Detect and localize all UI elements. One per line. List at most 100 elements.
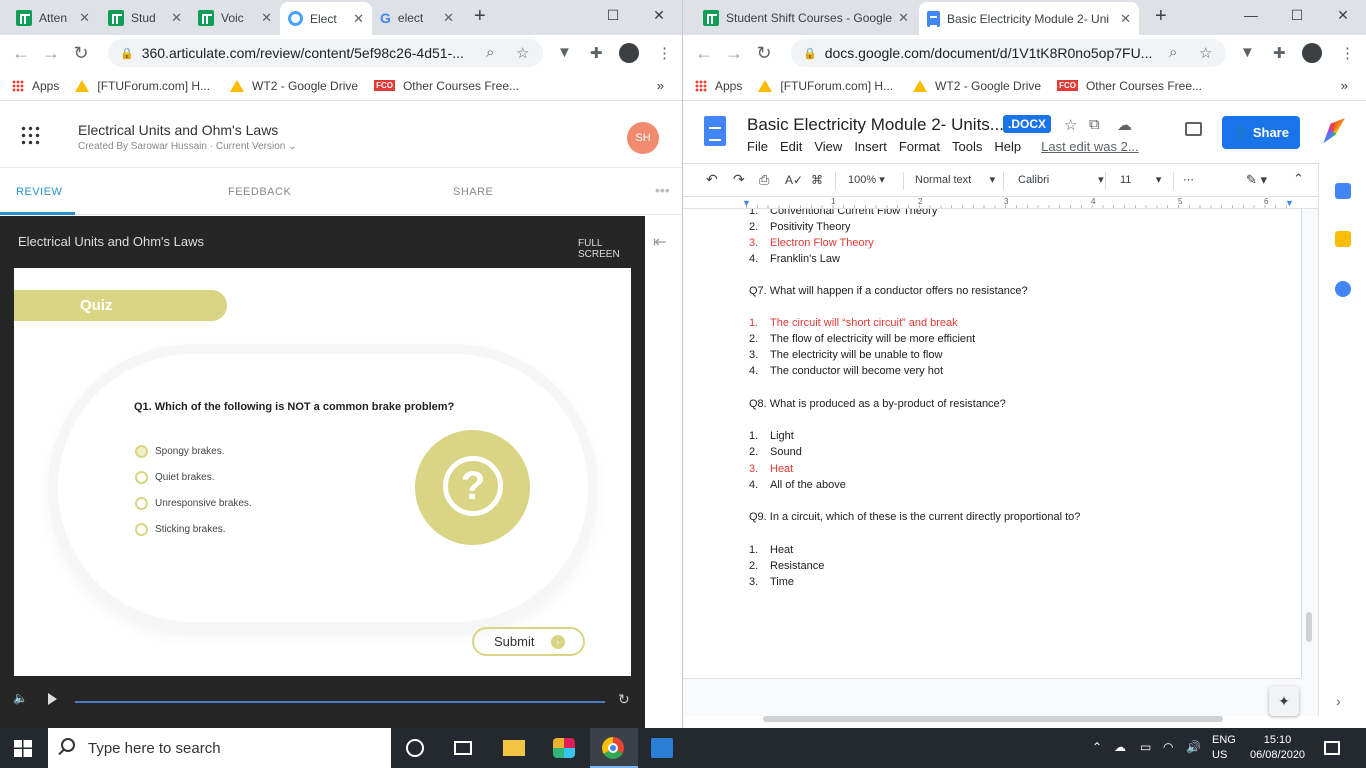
tab-student-shift-courses[interactable]: Student Shift Courses - Google ✕: [695, 0, 917, 35]
bookmark-other-courses[interactable]: FCO Other Courses Free...: [1057, 79, 1202, 93]
tab-voice[interactable]: Voic ✕: [190, 0, 280, 35]
slack-icon[interactable]: [553, 738, 575, 758]
back-icon[interactable]: ←: [689, 43, 719, 64]
option-spongy[interactable]: Spongy brakes.: [135, 445, 225, 458]
chevron-right-icon[interactable]: ›: [1336, 693, 1341, 709]
tab-students[interactable]: Stud ✕: [100, 0, 190, 35]
maximize-icon[interactable]: ☐: [1274, 0, 1320, 30]
star-icon[interactable]: ☆: [1064, 116, 1077, 134]
profile-avatar-icon[interactable]: [1302, 43, 1322, 63]
fullscreen-button[interactable]: FULL SCREEN: [578, 238, 645, 260]
close-window-icon[interactable]: ✕: [1320, 0, 1366, 30]
seek-bar[interactable]: [75, 701, 605, 703]
reload-icon[interactable]: ↻: [66, 43, 96, 64]
battery-icon[interactable]: ▭: [1140, 740, 1151, 754]
bookmark-wt2-drive[interactable]: WT2 - Google Drive: [230, 79, 358, 93]
share-button[interactable]: 👤 Share: [1222, 116, 1300, 149]
calendar-icon[interactable]: [1335, 183, 1351, 199]
task-view-icon[interactable]: [454, 741, 472, 755]
tray-chevron-icon[interactable]: ⌃: [1092, 740, 1102, 754]
extensions-puzzle-icon[interactable]: ✚: [590, 44, 603, 62]
avatar[interactable]: SH: [627, 122, 659, 154]
bookmarks-overflow[interactable]: »: [1341, 78, 1348, 93]
bookmark-apps[interactable]: Apps: [12, 79, 59, 93]
docs-logo-icon[interactable]: [704, 116, 726, 146]
more-options-icon[interactable]: •••: [655, 182, 670, 198]
tab-google-search[interactable]: G elect ✕: [372, 0, 462, 35]
menu-tools[interactable]: Tools: [952, 139, 982, 154]
menu-help[interactable]: Help: [994, 139, 1021, 154]
close-icon[interactable]: ✕: [443, 10, 454, 26]
tab-review[interactable]: REVIEW: [16, 186, 62, 198]
tab-attendance[interactable]: Atten ✕: [8, 0, 98, 35]
close-icon[interactable]: ✕: [898, 10, 909, 26]
zoom-select[interactable]: 100% ▾: [848, 173, 885, 186]
menu-view[interactable]: View: [814, 139, 842, 154]
paint-format-icon[interactable]: ⌘: [811, 173, 823, 187]
move-folder-icon[interactable]: ⧉: [1089, 116, 1100, 133]
menu-edit[interactable]: Edit: [780, 139, 802, 154]
bookmark-ftuforum[interactable]: [FTUForum.com] H...: [75, 79, 210, 93]
file-explorer-icon[interactable]: [503, 740, 525, 756]
document-title[interactable]: Basic Electricity Module 2- Units...: [747, 115, 1004, 135]
system-clock[interactable]: 15:10 06/08/2020: [1250, 733, 1305, 763]
comments-icon[interactable]: [1185, 122, 1202, 136]
replay-icon[interactable]: ↻: [618, 691, 630, 708]
font-size-select[interactable]: 11 ▾: [1120, 173, 1161, 186]
address-bar[interactable]: 🔒 360.articulate.com/review/content/5ef9…: [108, 39, 543, 67]
close-window-icon[interactable]: ✕: [636, 0, 682, 30]
wifi-icon[interactable]: ◠: [1163, 740, 1173, 754]
taskbar-search[interactable]: Type here to search: [48, 728, 391, 768]
radio-button[interactable]: [135, 497, 148, 510]
more-tools-icon[interactable]: ⋯: [1183, 173, 1194, 186]
radio-button[interactable]: [135, 523, 148, 536]
undo-icon[interactable]: ↶: [706, 171, 718, 188]
bookmark-star-icon[interactable]: ☆: [516, 44, 529, 62]
profile-avatar-icon[interactable]: [619, 43, 639, 63]
address-bar[interactable]: 🔒 docs.google.com/document/d/1V1tK8R0no5…: [791, 39, 1226, 67]
menu-insert[interactable]: Insert: [854, 139, 887, 154]
horizontal-scrollbar[interactable]: [763, 716, 1223, 722]
last-edit-link[interactable]: Last edit was 2...: [1041, 139, 1139, 154]
close-icon[interactable]: ✕: [353, 11, 364, 27]
vpn-app-icon[interactable]: [651, 738, 673, 758]
minimize-icon[interactable]: —: [1228, 0, 1274, 30]
maximize-icon[interactable]: ☐: [590, 0, 636, 30]
menu-file[interactable]: File: [747, 139, 768, 154]
print-icon[interactable]: ⎙: [759, 172, 769, 188]
option-sticking[interactable]: Sticking brakes.: [135, 523, 226, 536]
option-quiet[interactable]: Quiet brakes.: [135, 471, 214, 484]
chrome-icon[interactable]: [602, 737, 624, 759]
redo-icon[interactable]: ↷: [733, 171, 745, 188]
reload-icon[interactable]: ↻: [749, 43, 779, 64]
spellcheck-icon[interactable]: A✓: [785, 173, 803, 187]
bookmark-star-icon[interactable]: ☆: [1199, 44, 1212, 62]
close-icon[interactable]: ✕: [79, 10, 90, 26]
explore-icon[interactable]: ✦: [1269, 686, 1299, 716]
vertical-scrollbar[interactable]: [1306, 612, 1312, 642]
app-grid-icon[interactable]: [20, 125, 40, 145]
menu-format[interactable]: Format: [899, 139, 940, 154]
extensions-puzzle-icon[interactable]: ✚: [1273, 44, 1286, 62]
tasks-icon[interactable]: [1335, 281, 1351, 297]
new-tab-icon[interactable]: +: [474, 5, 486, 28]
extension-feather-icon[interactable]: [1323, 118, 1345, 144]
volume-icon[interactable]: 🔈: [13, 691, 28, 705]
submit-button[interactable]: Submit ›: [472, 627, 585, 656]
forward-icon[interactable]: →: [36, 43, 66, 64]
option-unresponsive[interactable]: Unresponsive brakes.: [135, 497, 252, 510]
forward-icon[interactable]: →: [719, 43, 749, 64]
menu-kebab-icon[interactable]: ⋮: [1340, 44, 1355, 62]
notification-icon[interactable]: [1324, 741, 1340, 755]
font-select[interactable]: Calibri ▾: [1018, 173, 1104, 186]
bookmarks-overflow[interactable]: »: [657, 78, 664, 93]
version-dropdown[interactable]: Current Version ⌄: [216, 141, 297, 152]
play-icon[interactable]: [48, 693, 57, 705]
radio-button[interactable]: [135, 445, 148, 458]
close-icon[interactable]: ✕: [261, 10, 272, 26]
bookmark-apps[interactable]: Apps: [695, 79, 742, 93]
document-page[interactable]: 1. Conventional Current Flow Theory 2. Posi…: [683, 209, 1302, 679]
extension-v-icon[interactable]: ▼: [557, 44, 572, 61]
right-indent-marker-icon[interactable]: ▼: [1285, 198, 1294, 208]
close-icon[interactable]: ✕: [171, 10, 182, 26]
